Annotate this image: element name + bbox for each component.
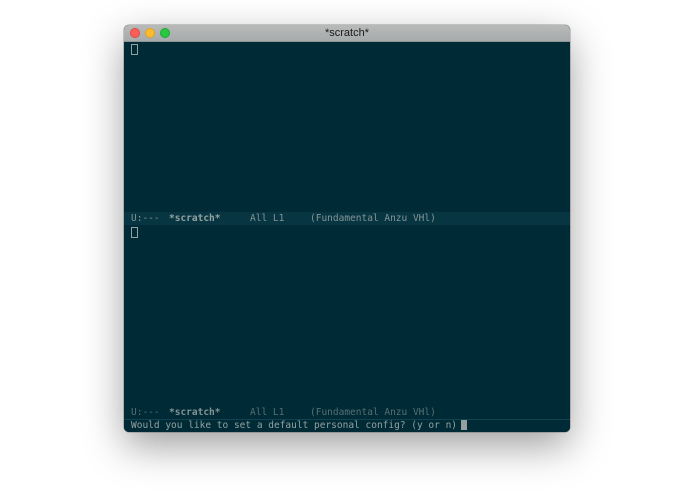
mode-line-position: All L1 [250,213,285,224]
mode-line-status: U:--- [131,213,160,224]
mode-line-buffer-name[interactable]: *scratch* [169,212,220,225]
minibuffer-prompt: Would you like to set a default personal… [131,420,468,432]
mode-line-modes[interactable]: (Fundamental Anzu VHl) [310,406,436,419]
minibuffer-cursor [461,420,468,430]
point-cursor [131,44,138,55]
mode-line-modes[interactable]: (Fundamental Anzu VHl) [310,212,436,225]
window-title: *scratch* [324,27,370,39]
point-cursor [131,227,138,238]
mode-line-status: U:--- [131,407,160,418]
emacs-window: *scratch* U:--- *scratch* All L1 (Fundam… [124,25,570,432]
editor-pane-top[interactable] [124,42,570,212]
mode-line-inactive[interactable]: U:--- *scratch* All L1 (Fundamental Anzu… [124,406,570,419]
minibuffer-prompt-text: Would you like to set a default personal… [131,420,458,431]
editor-pane-bottom[interactable] [124,225,570,406]
minibuffer[interactable]: Would you like to set a default personal… [124,419,570,432]
mode-line-active[interactable]: U:--- *scratch* All L1 (Fundamental Anzu… [124,212,570,226]
mode-line-position: All L1 [250,407,285,418]
mode-line-buffer-name[interactable]: *scratch* [169,406,220,419]
title-bar[interactable]: *scratch* [124,25,570,42]
